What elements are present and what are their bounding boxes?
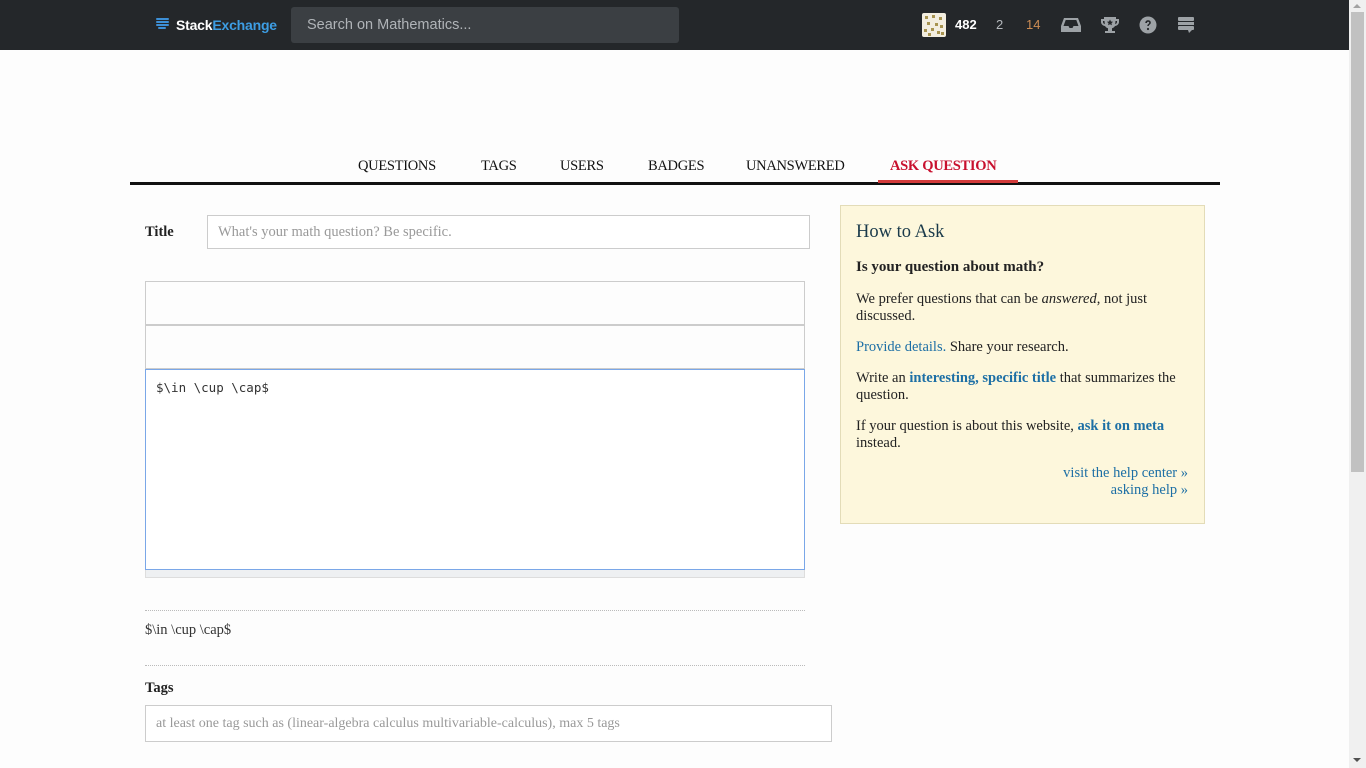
stackexchange-logo-icon: [156, 18, 169, 32]
scrollbar-thumb[interactable]: [1351, 12, 1364, 472]
main-nav: Questions Tags Users Badges Unanswered A…: [130, 150, 1220, 185]
scroll-down-arrow-icon[interactable]: [1353, 758, 1361, 762]
text: Share your research.: [946, 339, 1069, 355]
text: We prefer questions that can be: [856, 291, 1042, 307]
bronze-badge-count[interactable]: 14: [1026, 17, 1040, 32]
question-body-editor[interactable]: $\in \cup \cap$: [145, 369, 805, 570]
how-to-ask-meta-paragraph: If your question is about this website, …: [856, 418, 1181, 452]
user-avatar[interactable]: [922, 13, 946, 37]
achievements-trophy-icon[interactable]: [1099, 15, 1121, 35]
logo-text-stack: Stack: [176, 17, 213, 33]
how-to-ask-details-paragraph: Provide details. Share your research.: [856, 339, 1181, 356]
reputation-count[interactable]: 482: [955, 17, 977, 32]
tab-users[interactable]: Users: [560, 158, 604, 175]
how-to-ask-panel: How to Ask Is your question about math? …: [840, 205, 1205, 524]
help-icon[interactable]: [1137, 15, 1159, 35]
tab-ask-question[interactable]: Ask Question: [890, 158, 997, 175]
site-switcher-icon[interactable]: [1175, 15, 1197, 35]
page-scrollbar[interactable]: [1349, 0, 1366, 768]
top-bar: StackExchange 482 2 14: [0, 0, 1349, 50]
how-to-ask-question: Is your question about math?: [856, 259, 1045, 275]
title-label: Title: [145, 224, 174, 240]
how-to-ask-answered-paragraph: We prefer questions that can be answered…: [856, 291, 1181, 325]
tab-unanswered[interactable]: Unanswered: [746, 158, 845, 175]
stackexchange-logo[interactable]: Stack Exchange: [156, 15, 277, 35]
provide-details-link[interactable]: Provide details.: [856, 339, 946, 355]
tags-input[interactable]: [145, 705, 832, 742]
asking-help-link[interactable]: asking help »: [1111, 482, 1188, 498]
help-links: visit the help center » asking help »: [1063, 465, 1188, 499]
tab-badges[interactable]: Badges: [648, 158, 705, 175]
silver-badge-count[interactable]: 2: [996, 17, 1003, 32]
scroll-up-arrow-icon[interactable]: [1353, 4, 1361, 8]
logo-text-exchange: Exchange: [212, 17, 277, 33]
help-center-link[interactable]: visit the help center »: [1063, 465, 1188, 481]
editor-help-row[interactable]: [145, 325, 805, 369]
search-input[interactable]: [291, 7, 679, 43]
tags-label: Tags: [145, 680, 174, 696]
ask-on-meta-link[interactable]: ask it on meta: [1078, 418, 1165, 434]
inbox-icon[interactable]: [1060, 15, 1082, 35]
question-preview: $\in \cup \cap$: [145, 622, 232, 638]
tab-tags[interactable]: Tags: [481, 158, 517, 175]
active-tab-indicator: [878, 180, 1018, 183]
preview-divider-top: [145, 610, 805, 611]
interesting-title-link[interactable]: interesting, specific title: [909, 370, 1056, 386]
text: Write an: [856, 370, 910, 386]
tab-questions[interactable]: Questions: [358, 158, 436, 175]
how-to-ask-heading: How to Ask: [856, 222, 945, 242]
title-input[interactable]: [207, 215, 810, 249]
text: If your question is about this website,: [856, 418, 1078, 434]
editor-resize-handle[interactable]: [145, 570, 805, 578]
text: instead.: [856, 435, 901, 451]
editor-toolbar[interactable]: [145, 281, 805, 325]
how-to-ask-title-paragraph: Write an interesting, specific title tha…: [856, 370, 1181, 404]
preview-divider-bottom: [145, 665, 805, 666]
emphasis-answered: answered: [1041, 291, 1097, 307]
